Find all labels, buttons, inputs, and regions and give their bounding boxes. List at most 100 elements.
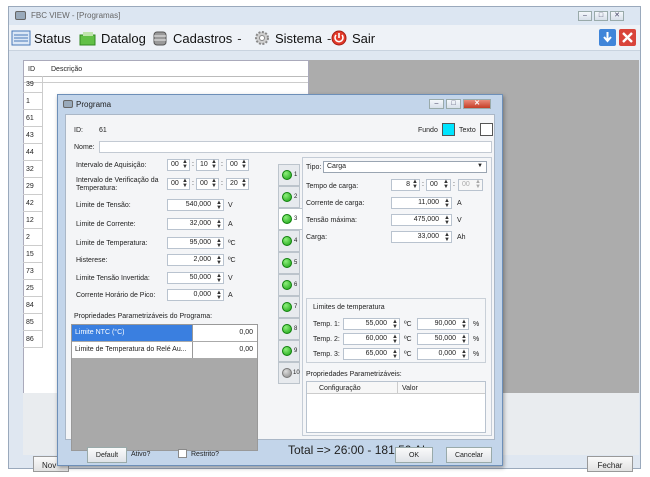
tempo-second-input[interactable]: 00 ▲ ▼	[458, 179, 483, 191]
table-row[interactable]: 2	[23, 229, 43, 246]
download-icon[interactable]	[599, 29, 616, 46]
dialog-maximize-button[interactable]: □	[446, 99, 461, 109]
table-row[interactable]: 1	[23, 93, 43, 110]
table-row[interactable]: 85	[23, 314, 43, 331]
corrente-carga-input[interactable]: 11,000 ▲ ▼	[391, 197, 452, 209]
prop-value: 0,00	[239, 329, 253, 336]
limite-temperatura-input[interactable]: 95,000 ▲ ▼	[167, 237, 224, 249]
limite-tensao-input[interactable]: 540,000 ▲ ▼	[167, 199, 224, 211]
ok-button[interactable]: OK	[395, 447, 433, 463]
aquisicao-hour-input[interactable]: 00 ▲ ▼	[167, 159, 190, 171]
corrente-pico-input[interactable]: 0,000 ▲ ▼	[167, 289, 224, 301]
corrente-label: Corrente de carga:	[306, 200, 365, 207]
restrito-checkbox[interactable]	[178, 449, 187, 458]
table-row[interactable]: 44	[23, 144, 43, 161]
menu-status[interactable]: Status	[11, 28, 71, 48]
maximize-button[interactable]: □	[594, 11, 608, 21]
pp2-title: Propriedades Parametrizáveis:	[306, 371, 402, 378]
status-gray-icon	[282, 368, 292, 378]
aquisicao-second-input[interactable]: 00 ▲ ▼	[226, 159, 249, 171]
dialog-title-bar: Programa ‒ □ ✕	[58, 95, 502, 113]
unit-label: V	[228, 275, 233, 282]
close-icon[interactable]	[619, 29, 636, 46]
tab-7[interactable]: 7	[278, 296, 300, 318]
nome-label: Nome:	[74, 144, 95, 151]
table-row[interactable]: 32	[23, 161, 43, 178]
tab-4[interactable]: 4	[278, 230, 300, 252]
tab-2[interactable]: 2	[278, 186, 300, 208]
texto-label: Texto	[459, 127, 476, 134]
table-row[interactable]: 61	[23, 110, 43, 127]
fundo-label: Fundo	[418, 127, 438, 134]
carga-input[interactable]: 33,000 ▲ ▼	[391, 231, 452, 243]
table-row[interactable]: 12	[23, 212, 43, 229]
default-button[interactable]: Default	[87, 447, 127, 463]
table-row[interactable]: 42	[23, 195, 43, 212]
menu-sistema[interactable]: Sistema -	[252, 28, 331, 48]
tab-6[interactable]: 6	[278, 274, 300, 296]
tempo-minute-input[interactable]: 00 ▲ ▼	[426, 179, 451, 191]
id-label: ID:	[74, 127, 83, 134]
verif-hour-input[interactable]: 00 ▲ ▼	[167, 178, 190, 190]
status-green-icon	[282, 236, 292, 246]
menu-separator: -	[237, 30, 242, 46]
temp3-pct-input[interactable]: 0,000 ▲ ▼	[417, 348, 469, 360]
tipo-select[interactable]: Carga ▼	[323, 161, 487, 173]
col-header-configuracao[interactable]: Configuração	[319, 385, 361, 392]
dialog-close-button[interactable]: ✕	[463, 99, 491, 109]
verif-second-input[interactable]: 20 ▲ ▼	[226, 178, 249, 190]
temp3-input[interactable]: 65,000 ▲ ▼	[343, 348, 400, 360]
close-window-button[interactable]: ✕	[610, 11, 624, 21]
table-row[interactable]: 15	[23, 246, 43, 263]
tab-10[interactable]: 10	[278, 362, 300, 384]
col-header-valor[interactable]: Valor	[402, 385, 418, 392]
step-panel: Tipo: Carga ▼ Tempo de carga: 8 ▲ ▼ : 00 ▲ ▼ …	[302, 157, 492, 436]
temp1-pct-input[interactable]: 90,000 ▲ ▼	[417, 318, 469, 330]
cancel-button[interactable]: Cancelar	[446, 447, 492, 463]
texto-color-swatch[interactable]	[480, 123, 493, 136]
table-row[interactable]: Limite NTC (°C) 0,00	[72, 325, 257, 342]
table-row[interactable]: 73	[23, 263, 43, 280]
dialog-minimize-button[interactable]: ‒	[429, 99, 444, 109]
table-row[interactable]: 25	[23, 280, 43, 297]
unit-label: V	[457, 217, 462, 224]
tab-5[interactable]: 5	[278, 252, 300, 274]
table-row[interactable]: 84	[23, 297, 43, 314]
tempo-hour-input[interactable]: 8 ▲ ▼	[391, 179, 420, 191]
table-row[interactable]: 29	[23, 178, 43, 195]
temp2-input[interactable]: 60,000 ▲ ▼	[343, 333, 400, 345]
table-row[interactable]: 86	[23, 331, 43, 348]
status-green-icon	[282, 280, 292, 290]
tensao-invertida-input[interactable]: 50,000 ▲ ▼	[167, 272, 224, 284]
menu-sistema-label: Sistema	[275, 30, 322, 46]
chevron-down-icon: ▼	[477, 163, 483, 169]
tab-3[interactable]: 3	[278, 208, 302, 230]
minimize-button[interactable]: ‒	[578, 11, 592, 21]
menu-datalog-label: Datalog	[101, 30, 146, 46]
menu-cadastros[interactable]: Cadastros -	[150, 28, 242, 48]
fundo-color-swatch[interactable]	[442, 123, 455, 136]
tab-9[interactable]: 9	[278, 340, 300, 362]
nome-input[interactable]	[99, 141, 492, 153]
tensao-maxima-input[interactable]: 475,000 ▲ ▼	[391, 214, 452, 226]
window-title: FBC VIEW - [Programas]	[31, 11, 121, 20]
table-row[interactable]: 43	[23, 127, 43, 144]
aquisicao-minute-input[interactable]: 10 ▲ ▼	[196, 159, 219, 171]
carga-label: Carga:	[306, 234, 328, 241]
menu-datalog[interactable]: Datalog	[78, 28, 146, 48]
col-header-id[interactable]: ID	[28, 66, 35, 73]
temp1-input[interactable]: 55,000 ▲ ▼	[343, 318, 400, 330]
limite-corrente-input[interactable]: 32,000 ▲ ▼	[167, 218, 224, 230]
col-header-descricao[interactable]: Descrição	[51, 66, 82, 73]
temp2-pct-input[interactable]: 50,000 ▲ ▼	[417, 333, 469, 345]
status-green-icon	[282, 214, 292, 224]
tab-1[interactable]: 1	[278, 164, 300, 186]
fechar-button[interactable]: Fechar	[587, 456, 633, 472]
menu-sair[interactable]: Sair	[329, 28, 375, 48]
temp-label: Temp. 3:	[313, 351, 340, 358]
tab-8[interactable]: 8	[278, 318, 300, 340]
verif-minute-input[interactable]: 00 ▲ ▼	[196, 178, 219, 190]
table-row[interactable]: Limite de Temperatura do Relé Au... 0,00	[72, 342, 257, 359]
table-row[interactable]: 39	[23, 76, 43, 93]
histerese-input[interactable]: 2,000 ▲ ▼	[167, 254, 224, 266]
